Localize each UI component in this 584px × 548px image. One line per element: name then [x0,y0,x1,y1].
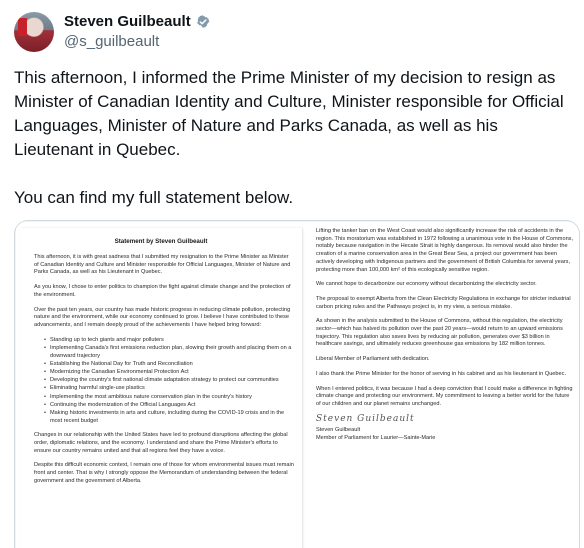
statement-paragraph: I also thank the Prime Minister for the … [316,370,566,377]
statement-paragraph: Over the past ten years, our country has… [34,306,291,328]
statement-paragraph: When I entered politics, it was because … [316,385,573,407]
statement-page-right: Lifting the tanker ban on the West Coast… [308,228,578,548]
statement-paragraph: Changes in our relationship with the Uni… [34,432,288,454]
statement-left-body: This afternoon, it is with great sadness… [34,254,294,493]
statement-paragraph: Despite this difficult economic context,… [34,462,294,484]
verified-badge-icon[interactable] [195,14,211,30]
achievement-item: Eliminating harmful single-use plastics [44,385,294,393]
tweet-text: This afternoon, I informed the Prime Min… [14,68,564,207]
attached-statement-image[interactable]: Statement by Steven Guilbeault This afte… [14,220,580,548]
achievement-item: Establishing the National Day for Truth … [44,361,294,369]
statement-paragraph: We cannot hope to decarbonize our econom… [316,281,537,288]
statement-paragraph: As you know, I chose to enter politics t… [34,284,291,298]
author-handle[interactable]: @s_guilbeault [64,33,159,50]
achievements-list: Standing up to tech giants and major pol… [44,337,294,426]
avatar-flag-detail [18,18,27,36]
achievement-item: Implementing the most ambitious nature c… [44,394,294,402]
author-avatar[interactable] [14,12,54,52]
achievement-item: Continuing the modernization of the Offi… [44,402,294,410]
statement-document: Statement by Steven Guilbeault This afte… [16,222,579,548]
signoff-name: Steven Guilbeault [316,427,361,434]
statement-paragraph: Liberal Member of Parliament with dedica… [316,356,430,363]
handwritten-signature: Steven Guilbeault [316,413,415,424]
author-name-row: Steven Guilbeault [64,13,211,30]
statement-paragraph: As shown in the analysis submitted to th… [316,318,563,348]
statement-paragraph: Lifting the tanker ban on the West Coast… [316,228,574,273]
tweet: Steven Guilbeault @s_guilbeault This aft… [0,0,584,548]
statement-right-body: Lifting the tanker ban on the West Coast… [316,228,574,443]
statement-page-left: Statement by Steven Guilbeault This afte… [20,228,302,548]
statement-paragraph: This afternoon, it is with great sadness… [34,254,291,276]
achievement-item: Standing up to tech giants and major pol… [44,337,294,345]
achievement-item: Modernizing the Canadian Environmental P… [44,369,294,377]
signoff-title: Member of Parliament for Laurier—Sainte-… [316,435,436,442]
achievement-item: Developing the country's first national … [44,377,294,385]
statement-title: Statement by Steven Guilbeault [114,238,208,245]
achievement-item: Making historic investments in arts and … [44,410,294,425]
statement-paragraph: The proposal to exempt Alberta from the … [316,295,571,310]
achievement-item: Implementing Canada's first emissions re… [44,345,294,360]
author-display-name[interactable]: Steven Guilbeault [64,13,191,30]
